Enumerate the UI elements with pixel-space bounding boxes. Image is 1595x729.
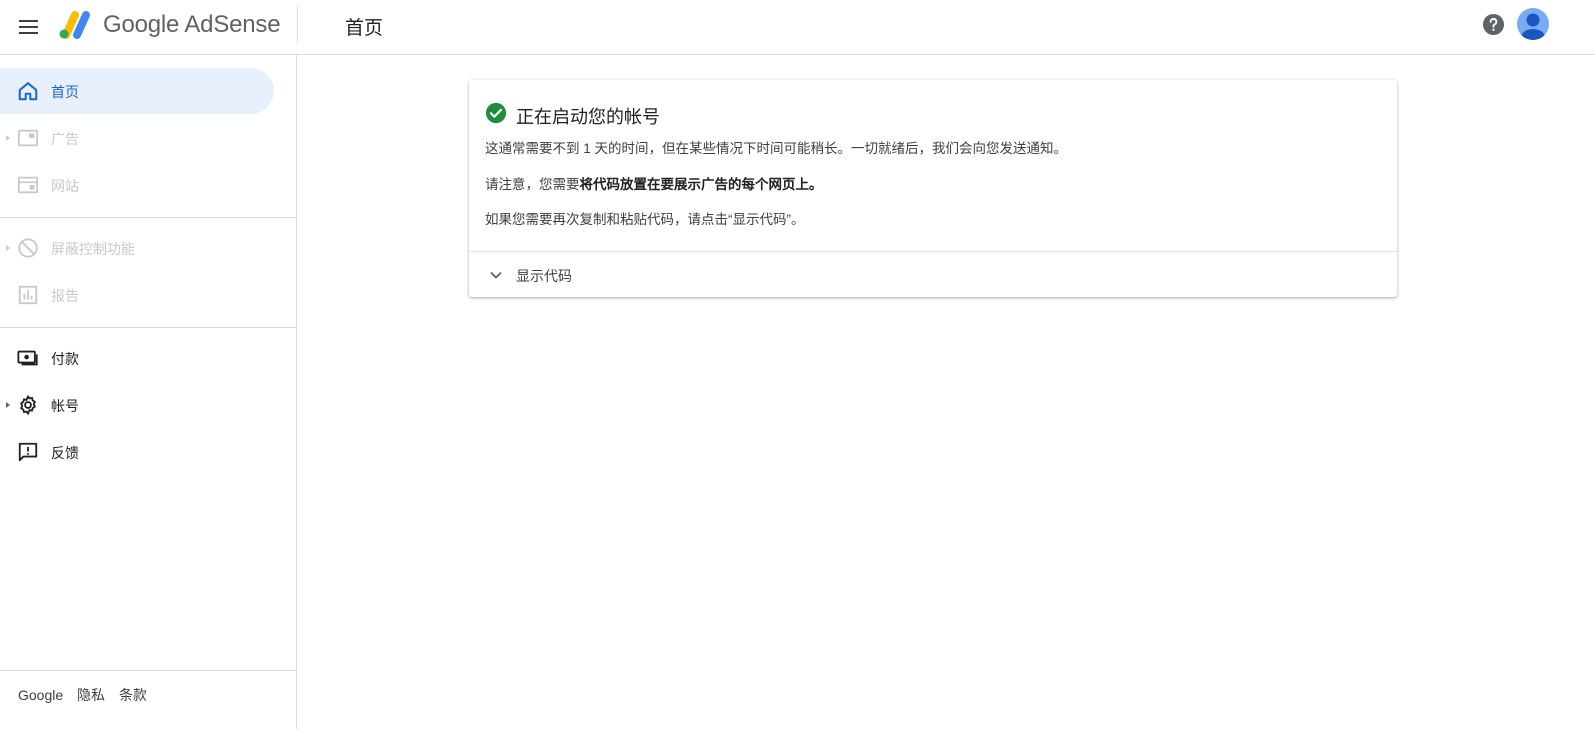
adsense-logo-icon <box>59 11 90 39</box>
card-title: 正在启动您的帐号 <box>516 107 660 127</box>
notice-text: 请注意，您需要 <box>485 177 580 192</box>
ads-icon <box>17 129 39 147</box>
chevron-down-icon <box>490 271 502 279</box>
sidebar-item-sites[interactable]: 网站 <box>0 162 274 208</box>
footer-terms-link[interactable]: 条款 <box>119 687 147 703</box>
gear-icon <box>20 395 36 415</box>
sidebar-item-label: 付款 <box>51 351 79 367</box>
sidebar-item-ads[interactable]: 广告 <box>0 115 274 161</box>
reports-icon <box>18 285 38 305</box>
sidebar-item-label: 帐号 <box>51 398 79 414</box>
feedback-icon <box>18 442 38 462</box>
sidebar-item-label: 首页 <box>51 84 79 100</box>
sidebar-footer: Google 隐私 条款 <box>18 685 157 705</box>
show-code-label: 显示代码 <box>516 268 572 284</box>
expand-arrow-icon <box>6 402 10 408</box>
payments-icon <box>17 350 38 366</box>
block-icon <box>18 238 38 258</box>
sidebar-item-payments[interactable]: 付款 <box>0 335 274 381</box>
show-code-expander[interactable]: 显示代码 <box>469 252 1397 297</box>
menu-icon[interactable] <box>14 12 44 42</box>
sidebar-item-reports[interactable]: 报告 <box>0 272 274 318</box>
account-activation-card: 正在启动您的帐号 这通常需要不到 1 天的时间，但在某些情况下时间可能稍长。一切… <box>469 80 1397 297</box>
sidebar-item-blocking-controls[interactable]: 屏蔽控制功能 <box>0 225 274 271</box>
brand-product: AdSense <box>184 11 281 38</box>
sidebar-item-label: 网站 <box>51 178 79 194</box>
top-app-bar: Google AdSense 首页 <box>0 0 1595 55</box>
sidebar-nav: 首页 广告 网站 屏蔽控制功能 报告 付款 帐号 反馈 <box>0 55 297 729</box>
nav-divider <box>0 327 297 328</box>
header-divider <box>297 6 298 43</box>
check-circle-icon <box>485 102 507 124</box>
sidebar-item-label: 反馈 <box>51 445 79 461</box>
card-paragraph-show-code: 如果您需要再次复制和粘贴代码，请点击“显示代码”。 <box>485 212 805 227</box>
nav-divider <box>0 217 297 218</box>
expand-arrow-icon <box>6 245 10 251</box>
sidebar-item-account[interactable]: 帐号 <box>0 382 274 428</box>
account-avatar-icon <box>1521 13 1545 40</box>
footer-privacy-link[interactable]: 隐私 <box>77 687 105 703</box>
footer-google-link[interactable]: Google <box>18 687 63 703</box>
notice-bold-text: 将代码放置在要展示广告的每个网页上。 <box>579 177 823 192</box>
sidebar-item-label: 报告 <box>51 288 79 304</box>
card-paragraph-notice: 请注意，您需要将代码放置在要展示广告的每个网页上。 <box>485 173 823 193</box>
home-icon <box>18 82 38 101</box>
nav-divider <box>0 670 297 671</box>
card-paragraph-time: 这通常需要不到 1 天的时间，但在某些情况下时间可能稍长。一切就绪后，我们会向您… <box>485 141 1068 156</box>
sidebar-item-label: 屏蔽控制功能 <box>51 241 135 257</box>
help-icon[interactable] <box>1482 13 1505 36</box>
avatar[interactable] <box>1517 8 1549 40</box>
expand-arrow-icon <box>6 135 10 141</box>
sidebar-item-feedback[interactable]: 反馈 <box>0 429 274 475</box>
sidebar-item-home[interactable]: 首页 <box>0 68 274 114</box>
brand-name[interactable]: Google AdSense <box>103 11 281 39</box>
brand-google: Google <box>103 11 180 38</box>
page-title: 首页 <box>345 18 384 39</box>
sites-icon <box>17 176 39 194</box>
sidebar-item-label: 广告 <box>51 131 79 147</box>
